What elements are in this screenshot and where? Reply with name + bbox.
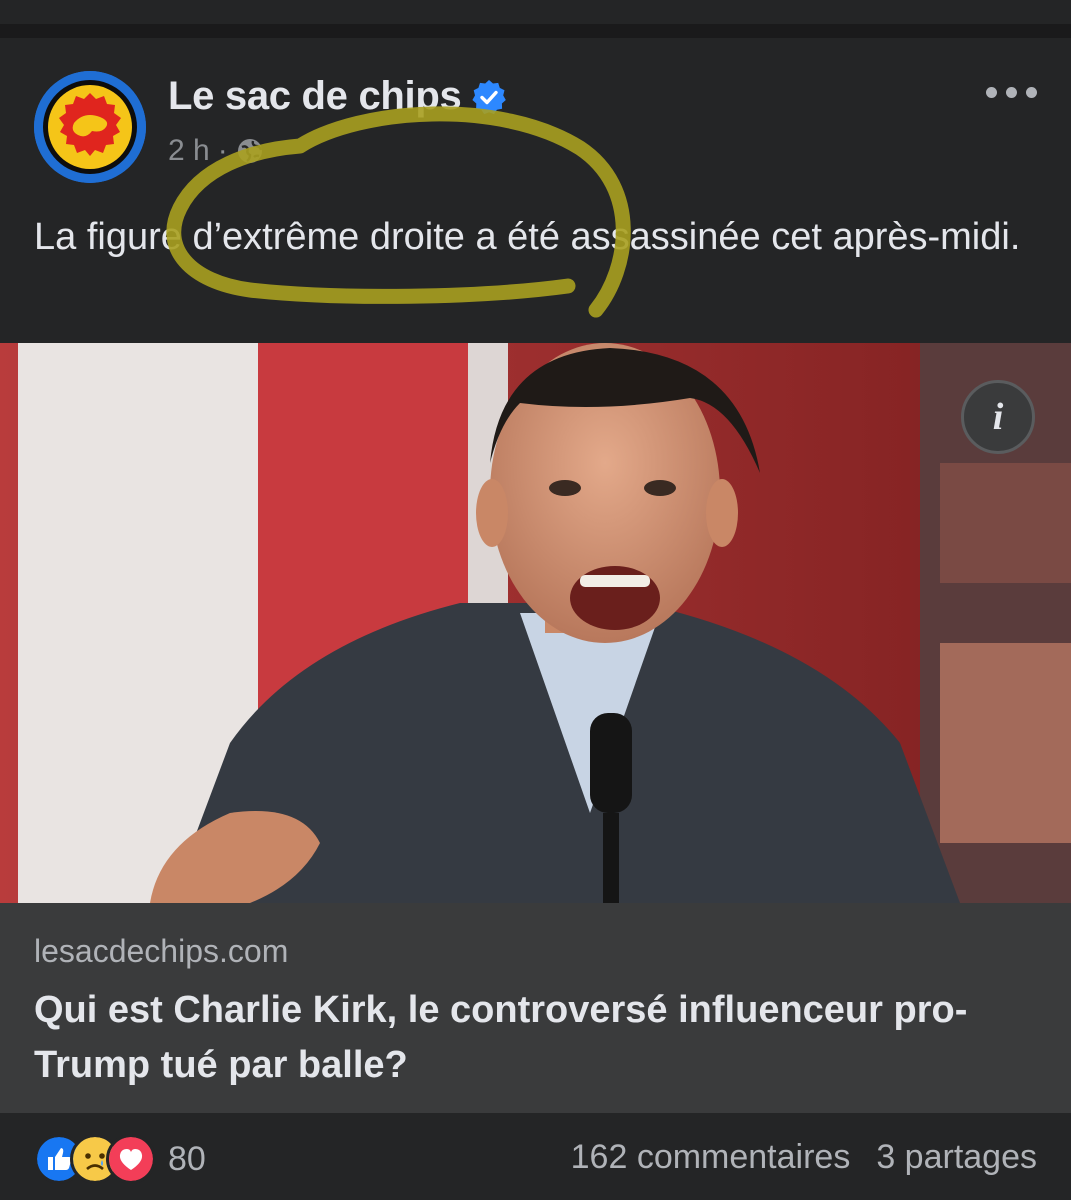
info-icon: i: [992, 396, 1004, 438]
reactions-summary[interactable]: 80: [34, 1134, 206, 1184]
post-text: La figure d’extrême droite a été assassi…: [34, 216, 1021, 258]
link-headline[interactable]: Qui est Charlie Kirk, le controversé inf…: [34, 983, 994, 1093]
verified-badge-icon: [472, 79, 507, 114]
post-meta: 2 h ·: [168, 134, 264, 168]
previous-post-edge: [0, 0, 1071, 24]
post-card: Le sac de chips 2 h · La figure d’extrêm…: [0, 38, 1071, 1200]
link-preview[interactable]: lesacdechips.com Qui est Charlie Kirk, l…: [0, 903, 1071, 1113]
highlight-circle-annotation: [166, 106, 631, 318]
more-options-button[interactable]: [986, 80, 1046, 104]
dot-icon: [986, 86, 997, 98]
page-name-label[interactable]: Le sac de chips: [168, 74, 462, 119]
engagement-stats: 162 commentaires 3 partages: [571, 1138, 1037, 1177]
page-name[interactable]: Le sac de chips: [168, 74, 507, 119]
link-domain: lesacdechips.com: [34, 933, 289, 969]
link-preview-image[interactable]: i: [0, 343, 1071, 903]
meta-separator: ·: [217, 134, 228, 167]
dot-icon: [1026, 86, 1037, 98]
reaction-icons: [34, 1134, 156, 1184]
globe-icon[interactable]: [236, 137, 264, 165]
love-icon: [106, 1134, 156, 1184]
chips-logo-icon: [34, 71, 146, 183]
comments-count-link[interactable]: 162 commentaires: [571, 1138, 851, 1177]
shares-count-link[interactable]: 3 partages: [876, 1138, 1037, 1177]
speaker-photo: [0, 343, 1071, 903]
reaction-count: 80: [168, 1139, 206, 1178]
post-time[interactable]: 2 h: [168, 134, 210, 168]
dot-icon: [1006, 86, 1017, 98]
info-button[interactable]: i: [961, 380, 1035, 454]
page-avatar[interactable]: [34, 71, 146, 183]
